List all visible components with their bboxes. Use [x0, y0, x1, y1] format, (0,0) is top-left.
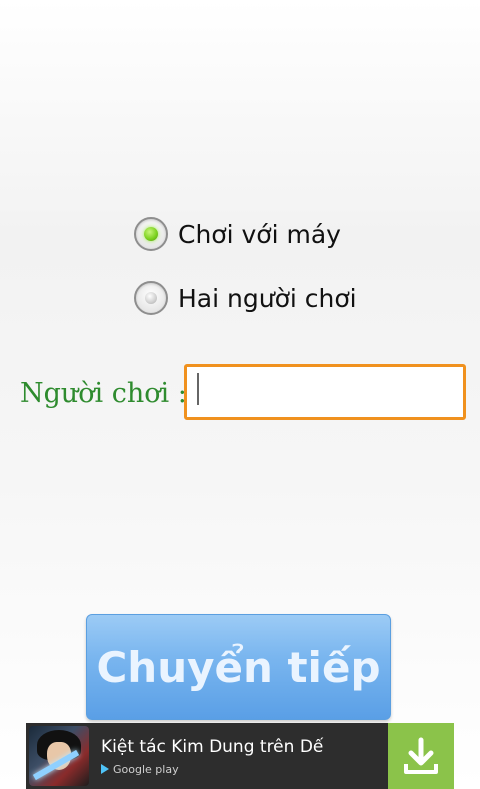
radio-selected-icon[interactable] [134, 217, 168, 251]
ad-title: Kiệt tác Kim Dung trên Dế [101, 736, 324, 757]
radio-option-vs-computer[interactable]: Chơi với máy [134, 212, 357, 256]
download-icon [404, 737, 438, 774]
radio-label-vs-computer: Chơi với máy [178, 219, 341, 249]
radio-unselected-icon[interactable] [134, 281, 168, 315]
radio-option-two-players[interactable]: Hai người chơi [134, 276, 357, 320]
google-play-icon [101, 764, 109, 774]
ad-text-block[interactable]: Kiệt tác Kim Dung trên Dế Google play [101, 737, 388, 776]
game-character-thumbnail-icon[interactable] [29, 726, 89, 786]
player-name-label: Người chơi : [20, 378, 187, 409]
text-cursor [197, 373, 199, 405]
game-mode-radio-group: Chơi với máy Hai người chơi [134, 212, 357, 320]
ad-banner[interactable]: Kiệt tác Kim Dung trên Dế Google play [26, 723, 454, 789]
radio-dot-selected [144, 227, 158, 241]
radio-label-two-players: Hai người chơi [178, 283, 357, 313]
player-name-input[interactable] [184, 364, 466, 420]
radio-dot-unselected [145, 292, 157, 304]
ad-download-button[interactable] [388, 723, 454, 789]
continue-button[interactable]: Chuyển tiếp [86, 614, 391, 720]
ad-source: Google play [101, 763, 388, 776]
ad-source-label: Google play [113, 762, 179, 776]
